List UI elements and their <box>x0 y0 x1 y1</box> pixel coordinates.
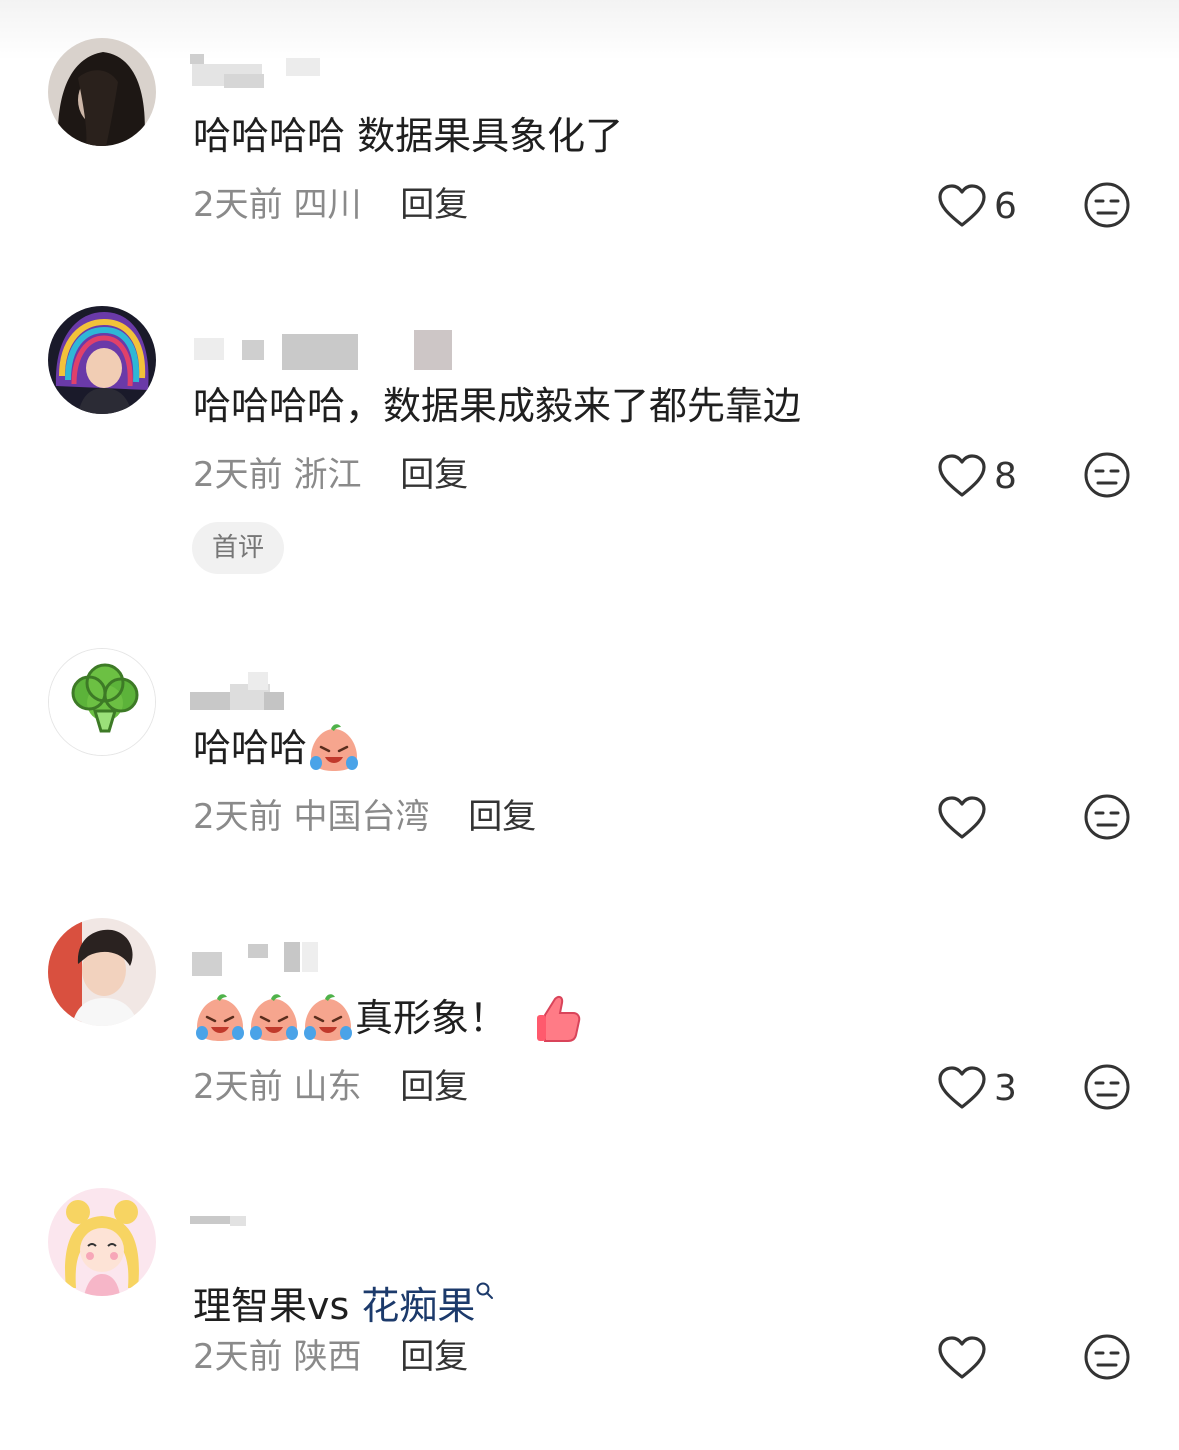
comment-text: 理智果vs 花痴果 <box>193 1260 495 1334</box>
rainbow-hair-girl-avatar-icon <box>48 306 156 414</box>
dislike-button[interactable] <box>1082 180 1132 230</box>
comment-meta: 2天前 山东 回复 <box>193 1064 468 1110</box>
neutral-face-icon <box>1084 452 1130 498</box>
reply-button[interactable]: 回复 <box>400 1337 468 1377</box>
comment-item: 理智果vs 花痴果 2天前 陕西 回复 <box>0 1188 1179 1428</box>
comment-item: 哈哈哈哈，数据果成毅来了都先靠边 2天前 浙江 回复 8 首评 <box>0 306 1179 606</box>
comment-text-prefix: 理智果vs <box>193 1284 362 1328</box>
heart-icon <box>938 184 986 227</box>
comment-time: 2天前 <box>193 1067 283 1107</box>
comment-meta: 2天前 陕西 回复 <box>193 1334 468 1380</box>
avatar[interactable] <box>48 38 156 146</box>
search-link[interactable]: 花痴果 <box>361 1284 475 1328</box>
avatar[interactable] <box>48 918 156 1026</box>
dislike-button[interactable] <box>1082 1332 1132 1382</box>
dislike-button[interactable] <box>1082 450 1132 500</box>
avatar[interactable] <box>48 648 156 756</box>
crying-laughing-peach-emoji-icon <box>193 993 247 1043</box>
comment-meta: 2天前 四川 回复 <box>193 182 468 228</box>
like-button[interactable]: 3 <box>936 1062 1017 1114</box>
broccoli-avatar-icon <box>49 649 155 755</box>
crying-laughing-peach-emoji-icon <box>307 723 361 773</box>
like-button[interactable] <box>936 1332 994 1384</box>
heart-icon <box>938 1066 986 1109</box>
comment-text: 真形象！ <box>193 990 585 1046</box>
comment-meta: 2天前 中国台湾 回复 <box>193 794 536 840</box>
comment-item: 哈哈哈哈 数据果具象化了 2天前 四川 回复 6 <box>0 36 1179 276</box>
comment-item: 真形象！ 2天前 山东 回复 3 <box>0 918 1179 1158</box>
like-button[interactable] <box>936 792 994 844</box>
comment-time: 2天前 <box>193 185 283 225</box>
comment-location: 陕西 <box>293 1337 362 1377</box>
neutral-face-icon <box>1084 182 1130 228</box>
username-blurred[interactable] <box>190 50 490 90</box>
search-icon[interactable] <box>475 1260 495 1299</box>
username-blurred[interactable] <box>190 932 490 976</box>
comment-text: 哈哈哈 <box>193 720 361 776</box>
avatar[interactable] <box>48 306 156 414</box>
username-blurred[interactable] <box>190 320 490 370</box>
like-button[interactable]: 6 <box>936 180 1017 232</box>
thumbs-up-emoji-icon <box>531 993 585 1043</box>
comment-location: 山东 <box>293 1067 362 1107</box>
reply-button[interactable]: 回复 <box>400 455 468 495</box>
comment-text-content: 哈哈哈哈，数据果成毅来了都先靠边 <box>193 384 802 428</box>
like-count: 3 <box>994 1067 1017 1109</box>
dark-haired-portrait-avatar-icon <box>48 38 156 146</box>
comment-time: 2天前 <box>193 797 283 837</box>
comment-text-content: 哈哈哈 <box>193 726 308 770</box>
comment-location: 中国台湾 <box>293 797 430 837</box>
neutral-face-icon <box>1084 1334 1130 1380</box>
dislike-button[interactable] <box>1082 1062 1132 1112</box>
comment-text: 哈哈哈哈 数据果具象化了 <box>193 108 623 164</box>
username-blurred[interactable] <box>190 662 490 710</box>
comment-time: 2天前 <box>193 455 283 495</box>
comment-location: 四川 <box>293 185 362 225</box>
first-comment-badge: 首评 <box>192 522 285 574</box>
comment-meta: 2天前 浙江 回复 <box>193 452 468 498</box>
sailor-moon-avatar-icon <box>48 1188 156 1296</box>
comment-text-content: 哈哈哈哈 数据果具象化了 <box>193 114 624 158</box>
reply-button[interactable]: 回复 <box>468 797 536 837</box>
comment-text-content: 真形象！ <box>355 996 508 1040</box>
dislike-button[interactable] <box>1082 792 1132 842</box>
username-blurred[interactable] <box>190 1202 490 1242</box>
like-button[interactable]: 8 <box>936 450 1017 502</box>
neutral-face-icon <box>1084 1064 1130 1110</box>
reply-button[interactable]: 回复 <box>400 185 468 225</box>
comment-time: 2天前 <box>193 1337 283 1377</box>
comment-text: 哈哈哈哈，数据果成毅来了都先靠边 <box>193 378 801 434</box>
reply-button[interactable]: 回复 <box>400 1067 468 1107</box>
neutral-face-icon <box>1084 794 1130 840</box>
heart-icon <box>938 796 986 839</box>
crying-laughing-peach-emoji-icon <box>247 993 301 1043</box>
young-man-portrait-avatar-icon <box>48 918 156 1026</box>
heart-icon <box>938 1336 986 1379</box>
avatar[interactable] <box>48 1188 156 1296</box>
like-count: 6 <box>994 185 1017 227</box>
heart-icon <box>938 454 986 497</box>
crying-laughing-peach-emoji-icon <box>301 993 355 1043</box>
like-count: 8 <box>994 455 1017 497</box>
comment-item: 哈哈哈 2天前 中国台湾 回复 <box>0 648 1179 888</box>
comment-location: 浙江 <box>293 455 362 495</box>
